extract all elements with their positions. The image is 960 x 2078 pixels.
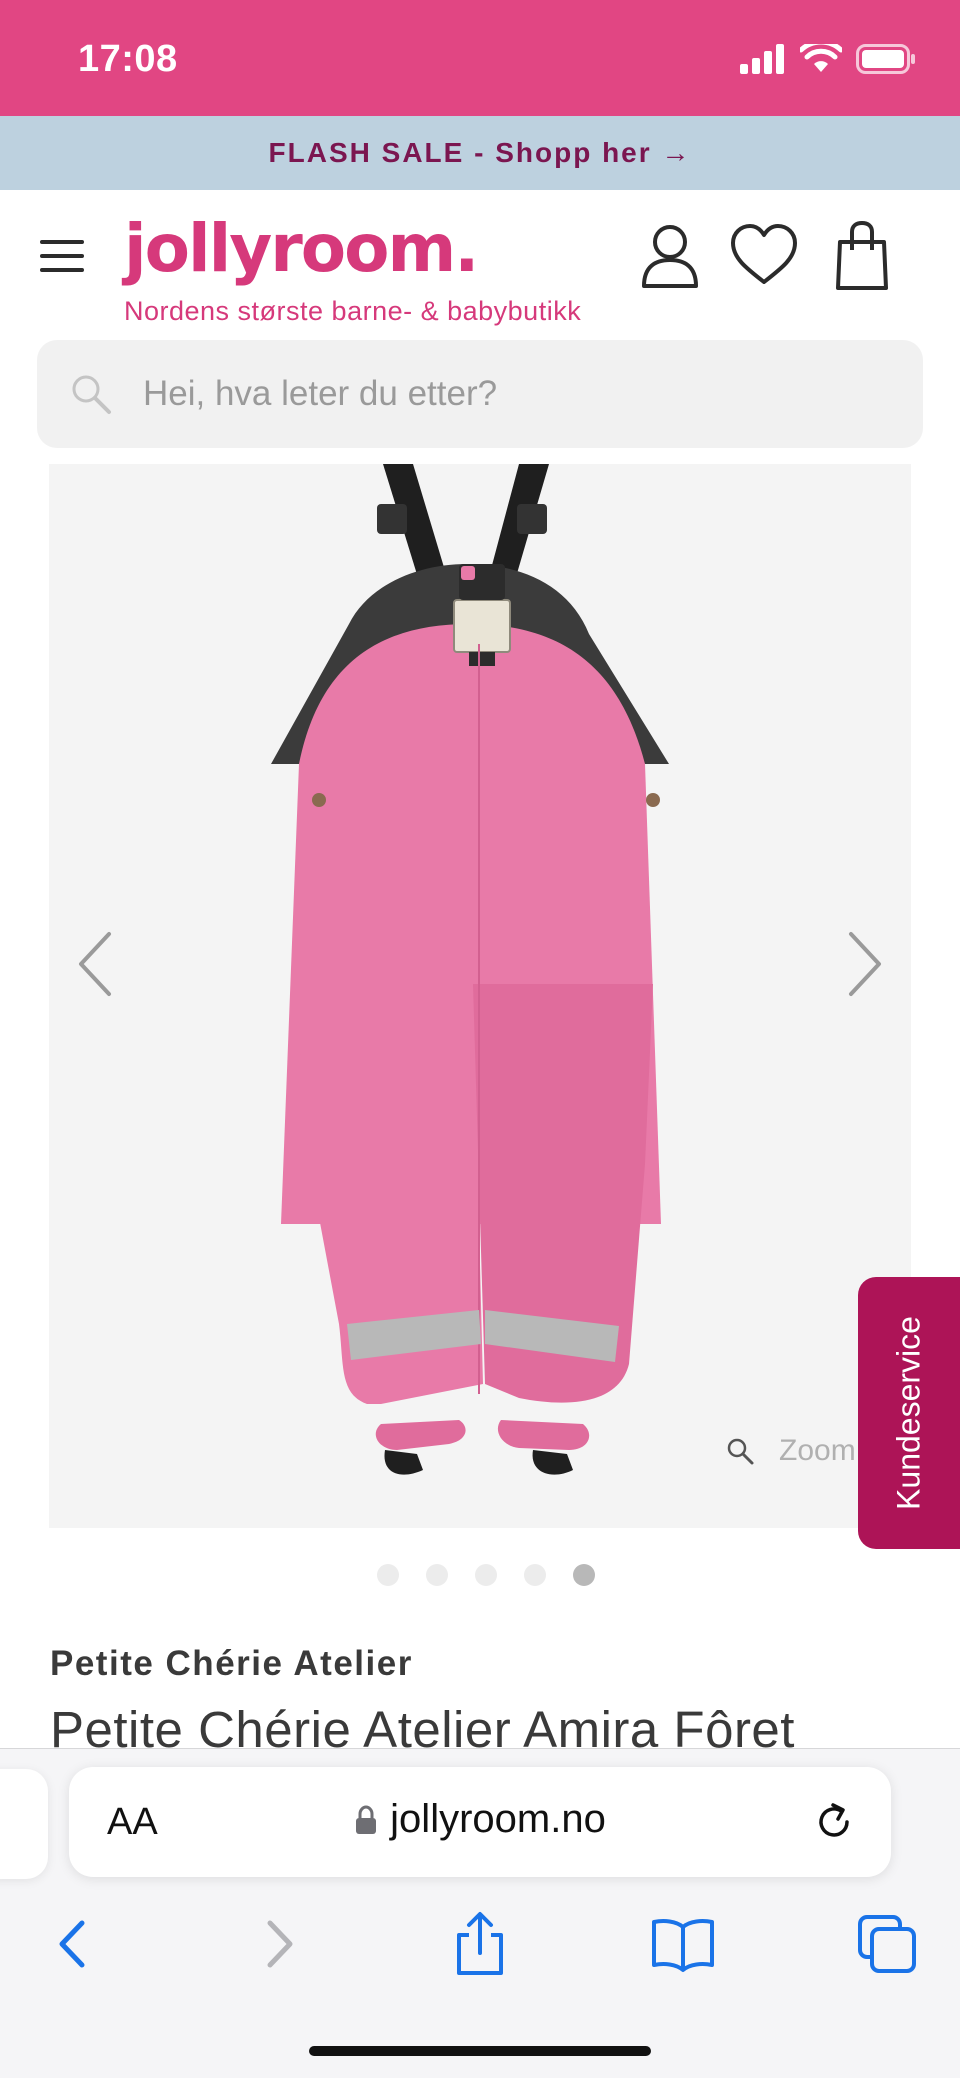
account-icon[interactable] [634, 220, 706, 292]
url-display[interactable]: jollyroom.no [69, 1797, 891, 1842]
tabs-icon[interactable] [852, 1909, 922, 1979]
site-header: jollyroom. Nordens største barne- & baby… [0, 190, 960, 340]
product-brand[interactable]: Petite Chérie Atelier [50, 1644, 413, 1684]
search-bar[interactable]: Hei, hva leter du etter? [37, 340, 923, 448]
product-image [271, 464, 669, 1475]
previous-image-arrow[interactable] [67, 924, 127, 1004]
carousel-dot[interactable] [524, 1564, 546, 1586]
shopping-bag-icon[interactable] [826, 220, 898, 292]
battery-icon [856, 44, 915, 74]
forward-icon[interactable] [244, 1909, 314, 1979]
next-image-arrow[interactable] [833, 924, 893, 1004]
reload-icon[interactable] [811, 1799, 857, 1845]
carousel-dot[interactable] [426, 1564, 448, 1586]
site-tagline: Nordens største barne- & babybutikk [124, 296, 582, 326]
zoom-icon [727, 1438, 754, 1465]
menu-icon[interactable] [36, 236, 88, 276]
back-icon[interactable] [38, 1909, 108, 1979]
status-time: 17:08 [78, 38, 178, 80]
customer-service-label: Kundeservice [890, 1316, 927, 1510]
flash-sale-banner[interactable]: FLASH SALE - Shopp her → [0, 116, 960, 190]
wishlist-heart-icon[interactable] [728, 220, 800, 292]
product-image-gallery[interactable]: Zoom [49, 464, 911, 1528]
bookmarks-icon[interactable] [648, 1909, 718, 1979]
share-icon[interactable] [445, 1909, 515, 1979]
carousel-dot[interactable] [475, 1564, 497, 1586]
browser-nav-toolbar [0, 1909, 960, 1999]
carousel-dot[interactable] [377, 1564, 399, 1586]
cellular-signal-icon [740, 44, 784, 74]
browser-toolbar: AA jollyroom.no [0, 1748, 960, 2078]
url-text: jollyroom.no [390, 1797, 606, 1841]
carousel-dots [0, 1564, 960, 1586]
previous-tab-preview[interactable] [0, 1769, 48, 1879]
wifi-icon [800, 44, 842, 72]
search-input[interactable]: Hei, hva leter du etter? [143, 374, 497, 414]
search-icon [72, 375, 111, 414]
address-bar[interactable]: AA jollyroom.no [69, 1767, 891, 1877]
status-bar: 17:08 [0, 0, 960, 116]
home-indicator [309, 2046, 651, 2056]
flash-sale-link[interactable]: FLASH SALE - Shopp her → [269, 137, 692, 169]
zoom-label: Zoom [779, 1434, 856, 1467]
site-logo[interactable]: jollyroom. [124, 210, 479, 287]
customer-service-tab[interactable]: Kundeservice [858, 1277, 960, 1549]
status-icons [740, 44, 916, 74]
lock-icon [356, 1804, 377, 1834]
zoom-button[interactable]: Zoom [725, 1434, 856, 1468]
carousel-dot-active[interactable] [573, 1564, 595, 1586]
